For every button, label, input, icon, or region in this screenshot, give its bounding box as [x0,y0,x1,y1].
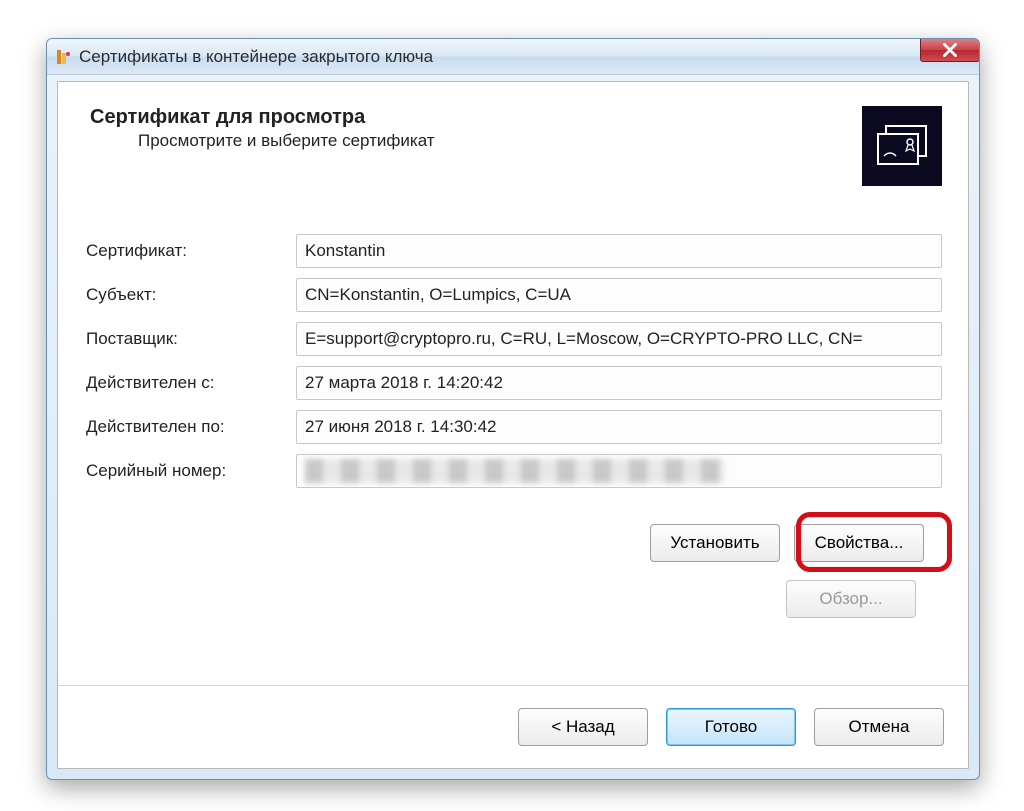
back-button[interactable]: < Назад [518,708,648,746]
field-valid-to[interactable]: 27 июня 2018 г. 14:30:42 [296,410,942,444]
label-serial: Серийный номер: [84,461,296,481]
close-icon [943,43,957,57]
install-button[interactable]: Установить [650,524,780,562]
field-subject[interactable]: CN=Konstantin, O=Lumpics, C=UA [296,278,942,312]
client-area: Сертификат для просмотра Просмотрите и в… [57,81,969,769]
field-serial[interactable] [296,454,942,488]
window-title: Сертификаты в контейнере закрытого ключа [79,47,433,67]
field-certificate[interactable]: Konstantin [296,234,942,268]
field-issuer[interactable]: E=support@cryptopro.ru, C=RU, L=Moscow, … [296,322,942,356]
finish-button[interactable]: Готово [666,708,796,746]
page-subtitle: Просмотрите и выберите сертификат [90,131,846,151]
certificate-details: Сертификат: Konstantin Субъект: CN=Konst… [58,186,968,618]
cancel-button[interactable]: Отмена [814,708,944,746]
label-certificate: Сертификат: [84,241,296,261]
properties-button[interactable]: Свойства... [794,524,924,562]
row-subject: Субъект: CN=Konstantin, O=Lumpics, C=UA [84,278,942,312]
page-title: Сертификат для просмотра [90,106,846,129]
browse-button: Обзор... [786,580,916,618]
separator [58,685,968,686]
field-valid-from[interactable]: 27 марта 2018 г. 14:20:42 [296,366,942,400]
label-issuer: Поставщик: [84,329,296,349]
dialog-window: Сертификаты в контейнере закрытого ключа… [46,38,980,780]
label-valid-from: Действителен с: [84,373,296,393]
titlebar[interactable]: Сертификаты в контейнере закрытого ключа [47,39,979,75]
row-serial: Серийный номер: [84,454,942,488]
row-issuer: Поставщик: E=support@cryptopro.ru, C=RU,… [84,322,942,356]
row-valid-to: Действителен по: 27 июня 2018 г. 14:30:4… [84,410,942,444]
certificate-icon [862,106,942,186]
app-icon [55,48,73,66]
wizard-header: Сертификат для просмотра Просмотрите и в… [58,82,968,186]
label-subject: Субъект: [84,285,296,305]
row-certificate: Сертификат: Konstantin [84,234,942,268]
close-button[interactable] [920,38,980,62]
label-valid-to: Действителен по: [84,417,296,437]
row-valid-from: Действителен с: 27 марта 2018 г. 14:20:4… [84,366,942,400]
wizard-buttons: < Назад Готово Отмена [518,708,944,746]
